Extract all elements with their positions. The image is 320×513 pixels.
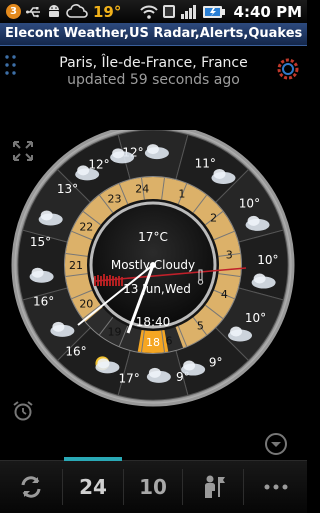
app-title: Elecont Weather,US Radar,Alerts,Quakes: [5, 26, 303, 41]
update-status: updated 59 seconds ago: [67, 72, 240, 88]
dial-center: [150, 262, 156, 268]
more-icon: [264, 484, 287, 490]
notification-count-badge: 3: [6, 4, 21, 19]
battery-charging-icon: [202, 5, 225, 18]
signal-strength-icon: [180, 5, 196, 19]
wifi-icon: [139, 5, 158, 19]
temperature-label: 10°: [239, 196, 260, 210]
hour-label: 4: [221, 288, 228, 301]
temperature-label: 17°: [118, 371, 139, 385]
android-icon: [49, 5, 59, 17]
hour-label: 1: [178, 188, 185, 201]
location-name[interactable]: Paris, Île-de-France, France: [0, 55, 307, 71]
tab-24-hours[interactable]: 24: [63, 461, 123, 513]
hour-label: 20: [79, 298, 93, 311]
current-temperature: 17°C: [138, 230, 168, 244]
current-date: 13 Jun,Wed: [123, 282, 191, 296]
temperature-label: 10°: [257, 253, 278, 267]
hour-label: 21: [69, 259, 83, 272]
location-header: Paris, Île-de-France, France updated 59 …: [0, 46, 307, 91]
weather-clock-dial[interactable]: 24 123456181920212223 12°11°10°10°10°9°9°…: [0, 130, 307, 430]
temperature-label: 10°: [245, 311, 266, 325]
hour-label: 6: [166, 334, 173, 347]
hour-label: 19: [108, 326, 122, 339]
temperature-label: 16°: [33, 295, 54, 309]
current-time: 18:40: [136, 315, 171, 329]
hour-label: 24: [135, 183, 149, 196]
temperature-label: 16°: [65, 344, 86, 358]
refresh-button[interactable]: [0, 461, 62, 513]
cloud-icon: [66, 4, 88, 18]
hour-label: 2: [210, 212, 217, 225]
expand-down-icon[interactable]: [264, 432, 288, 456]
tab-10-days-label: 10: [139, 475, 167, 499]
hour-label: 18: [146, 336, 160, 349]
hour-label: 5: [197, 320, 204, 333]
temperature-label: 13°: [57, 182, 78, 196]
tab-10-days[interactable]: 10: [124, 461, 182, 513]
app-title-bar: Elecont Weather,US Radar,Alerts,Quakes: [0, 23, 307, 46]
status-bar: 3 19° 4:40 PM: [0, 0, 307, 23]
bottom-toolbar: 24 10: [0, 457, 307, 513]
alarm-clock-icon: [162, 5, 175, 18]
usb-icon: [26, 6, 40, 17]
temperature-label: 11°: [195, 157, 216, 171]
location-button[interactable]: [183, 461, 243, 513]
hour-label: 3: [226, 248, 233, 261]
hour-label: 23: [108, 192, 122, 205]
status-temperature: 19°: [93, 2, 122, 21]
settings-gear-icon[interactable]: [276, 57, 300, 81]
hour-label: 22: [79, 221, 93, 234]
person-icon: [205, 475, 225, 498]
more-options-button[interactable]: [244, 461, 307, 513]
tab-24-hours-label: 24: [79, 475, 107, 499]
refresh-icon: [21, 476, 41, 498]
status-time: 4:40 PM: [233, 2, 302, 21]
temperature-label: 9°: [209, 355, 223, 369]
temperature-label: 15°: [30, 235, 51, 249]
